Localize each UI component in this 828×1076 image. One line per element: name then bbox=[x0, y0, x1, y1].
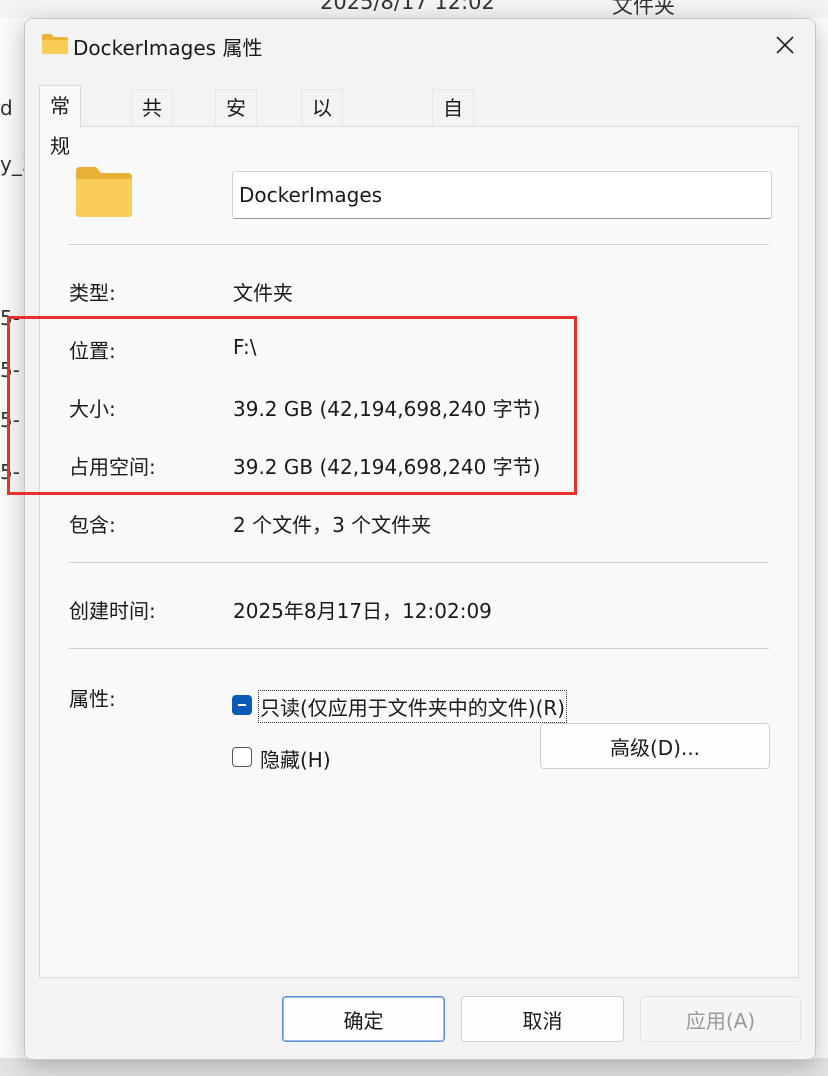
tab-sharing[interactable]: 共享 bbox=[131, 89, 173, 156]
readonly-checkbox[interactable] bbox=[232, 695, 252, 715]
divider bbox=[69, 648, 769, 649]
apply-button[interactable]: 应用(A) bbox=[640, 996, 801, 1042]
folder-icon bbox=[42, 34, 68, 54]
close-icon bbox=[776, 36, 794, 54]
background-type: 文件夹 bbox=[612, 0, 675, 18]
background-window-header: 2025/8/17 12:02 文件夹 bbox=[0, 0, 828, 18]
close-button[interactable] bbox=[755, 19, 815, 71]
background-fragment: 5- bbox=[0, 460, 20, 484]
cancel-button[interactable]: 取消 bbox=[461, 996, 624, 1042]
tab-security[interactable]: 安全 bbox=[215, 89, 257, 156]
advanced-button[interactable]: 高级(D)... bbox=[540, 723, 770, 769]
background-date: 2025/8/17 12:02 bbox=[320, 0, 495, 14]
type-value: 文件夹 bbox=[233, 281, 293, 305]
attributes-label: 属性: bbox=[69, 687, 116, 711]
tab-customize[interactable]: 自定义 bbox=[432, 89, 474, 192]
created-label: 创建时间: bbox=[69, 599, 156, 623]
location-label: 位置: bbox=[69, 339, 116, 363]
divider bbox=[69, 562, 769, 563]
background-window-left: d y_3 5- 5- 5- 5- bbox=[0, 18, 35, 1058]
contains-value: 2 个文件，3 个文件夹 bbox=[233, 513, 432, 537]
folder-name-input[interactable] bbox=[232, 171, 772, 219]
disk-size-label: 占用空间: bbox=[69, 455, 156, 479]
background-fragment: 5- bbox=[0, 306, 20, 330]
background-fragment: 5- bbox=[0, 358, 20, 382]
tab-general[interactable]: 常规 bbox=[39, 85, 81, 158]
background-window-footer bbox=[0, 1058, 828, 1076]
contains-label: 包含: bbox=[69, 513, 116, 537]
general-tab-panel: 类型: 文件夹 位置: F:\ 大小: 39.2 GB (42,194,698,… bbox=[39, 126, 799, 978]
tab-previous-versions[interactable]: 以前的版本 bbox=[301, 89, 343, 264]
folder-icon bbox=[76, 167, 132, 217]
background-fragment: d bbox=[0, 96, 13, 120]
location-value: F:\ bbox=[233, 335, 257, 359]
size-label: 大小: bbox=[69, 397, 116, 421]
size-value: 39.2 GB (42,194,698,240 字节) bbox=[233, 397, 541, 421]
type-label: 类型: bbox=[69, 281, 116, 305]
divider bbox=[69, 244, 769, 245]
readonly-label[interactable]: 只读(仅应用于文件夹中的文件)(R) bbox=[257, 690, 568, 723]
background-fragment: 5- bbox=[0, 408, 20, 432]
ok-button[interactable]: 确定 bbox=[282, 996, 445, 1042]
disk-size-value: 39.2 GB (42,194,698,240 字节) bbox=[233, 455, 541, 479]
hidden-label[interactable]: 隐藏(H) bbox=[260, 744, 331, 773]
title-bar[interactable]: DockerImages 属性 bbox=[25, 19, 815, 75]
hidden-checkbox[interactable] bbox=[232, 747, 252, 767]
dialog-title: DockerImages 属性 bbox=[73, 36, 263, 60]
created-value: 2025年8月17日，12:02:09 bbox=[233, 599, 492, 623]
properties-dialog: DockerImages 属性 常规 共享 安全 以前的版本 自定义 类型: 文… bbox=[24, 18, 816, 1060]
